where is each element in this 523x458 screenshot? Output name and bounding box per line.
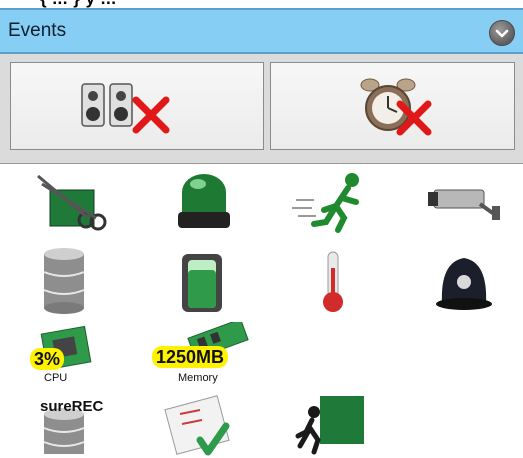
thermometer-icon[interactable] bbox=[290, 248, 380, 314]
alarm-clock-x-icon bbox=[360, 78, 431, 136]
battery-icon[interactable] bbox=[160, 248, 250, 314]
security-camera-icon[interactable] bbox=[420, 170, 510, 236]
exit-door-runner-icon[interactable] bbox=[290, 392, 380, 458]
running-person-icon[interactable] bbox=[290, 170, 380, 236]
clipped-text: { ... } y ... bbox=[40, 0, 116, 8]
surerec-database-icon[interactable]: sureREC bbox=[30, 392, 120, 458]
checklist-icon[interactable] bbox=[160, 392, 250, 458]
memory-module-icon[interactable]: 1250MB Memory bbox=[150, 322, 270, 388]
memory-usage-badge: 1250MB bbox=[152, 346, 229, 368]
speakers-x-icon bbox=[81, 83, 170, 134]
action-panel bbox=[0, 54, 523, 164]
cpu-caption: CPU bbox=[44, 372, 68, 384]
video-edit-icon[interactable] bbox=[30, 170, 120, 236]
events-header[interactable]: Events bbox=[0, 8, 523, 54]
cpu-usage-badge: 3% bbox=[30, 348, 65, 370]
memory-caption: Memory bbox=[178, 372, 218, 384]
stop-audio-button[interactable] bbox=[10, 62, 264, 150]
cpu-chip-icon[interactable]: 3% CPU bbox=[30, 322, 120, 388]
clipped-top-text: { ... } y ... bbox=[0, 0, 523, 8]
events-title: Events bbox=[8, 20, 67, 41]
green-beacon-icon[interactable] bbox=[160, 170, 250, 236]
surerec-label: sureREC bbox=[40, 398, 104, 415]
database-icon[interactable] bbox=[30, 248, 120, 314]
chevron-down-circle-icon[interactable] bbox=[489, 20, 515, 46]
police-helmet-icon[interactable] bbox=[420, 248, 510, 314]
stop-alarm-button[interactable] bbox=[270, 62, 515, 150]
